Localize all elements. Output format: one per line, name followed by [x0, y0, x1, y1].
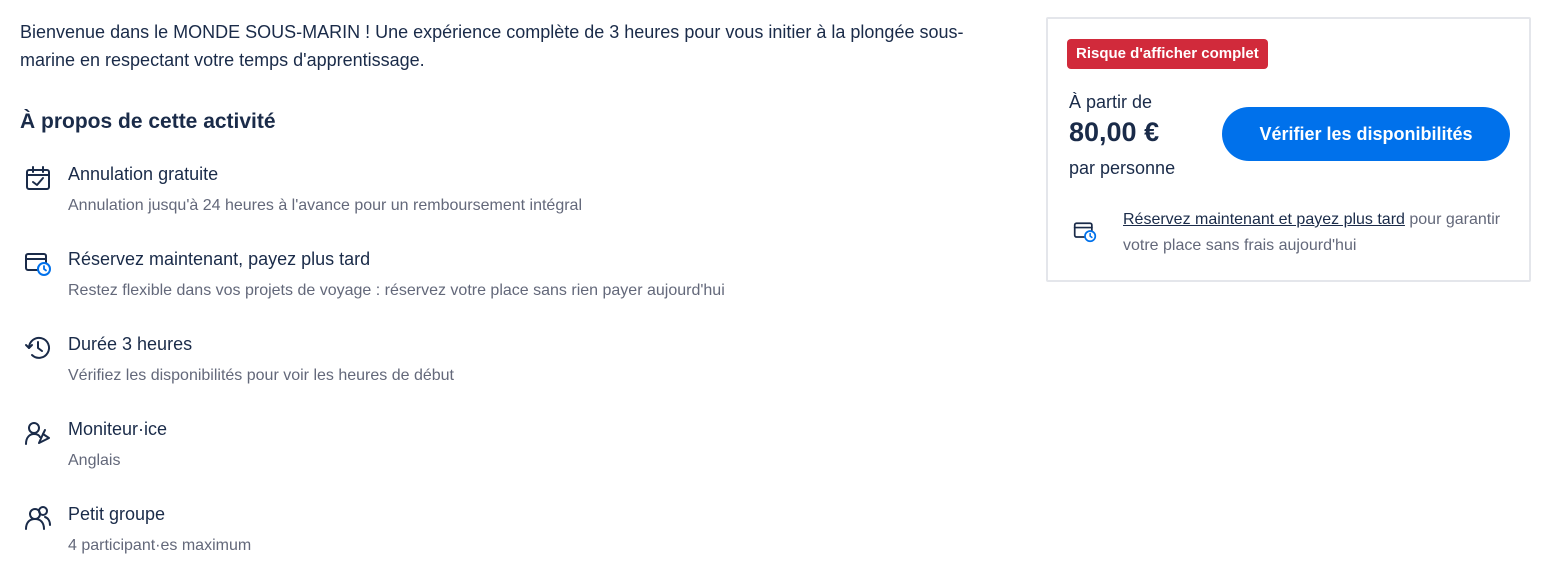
feature-title: Réservez maintenant, payez plus tard — [68, 249, 371, 269]
feature-title: Durée 3 heures — [68, 334, 193, 354]
feature-description: 4 participant·es maximum — [68, 537, 252, 554]
feature-title: Moniteur·ice — [68, 419, 168, 439]
group-icon — [25, 506, 51, 530]
feature-reserve-pay-later: Réservez maintenant, payez plus tard Res… — [20, 245, 1010, 330]
feature-description: Anglais — [68, 452, 121, 469]
feature-free-cancellation: Annulation gratuite Annulation jusqu'à 2… — [20, 160, 1010, 245]
pay-later-note: Réservez maintenant et payez plus tard p… — [1123, 207, 1503, 259]
clock-history-icon — [25, 336, 50, 359]
feature-duration: Durée 3 heures Vérifiez les disponibilit… — [20, 330, 1010, 415]
feature-title: Petit groupe — [68, 504, 166, 524]
section-title: À propos de cette activité — [20, 110, 276, 133]
feature-title: Annulation gratuite — [68, 164, 219, 184]
feature-instructor: Moniteur·ice Anglais — [20, 415, 1010, 500]
feature-description: Vérifiez les disponibilités pour voir le… — [68, 367, 454, 384]
price-value: 80,00 € — [1069, 117, 1160, 147]
feature-description: Annulation jusqu'à 24 heures à l'avance … — [68, 197, 582, 214]
feature-description: Restez flexible dans vos projets de voya… — [68, 282, 725, 299]
card-clock-icon — [1073, 222, 1097, 243]
feature-list: Annulation gratuite Annulation jusqu'à 2… — [20, 160, 1010, 572]
activity-intro: Bienvenue dans le MONDE SOUS-MARIN ! Une… — [20, 18, 1010, 134]
pay-later-link[interactable]: Réservez maintenant et payez plus tard — [1123, 211, 1405, 228]
price-from-label: À partir de — [1069, 92, 1153, 112]
price-unit-label: par personne — [1069, 158, 1176, 178]
feature-small-group: Petit groupe 4 participant·es maximum — [20, 500, 1010, 572]
intro-text: Bienvenue dans le MONDE SOUS-MARIN ! Une… — [20, 22, 964, 70]
calendar-check-icon — [26, 166, 50, 190]
check-availability-button[interactable]: Vérifier les disponibilités — [1222, 107, 1510, 161]
card-clock-icon — [25, 253, 51, 276]
booking-card: Risque d'afficher complet À partir de 80… — [1046, 17, 1531, 282]
guide-icon — [25, 422, 50, 445]
status-badge: Risque d'afficher complet — [1067, 39, 1268, 69]
